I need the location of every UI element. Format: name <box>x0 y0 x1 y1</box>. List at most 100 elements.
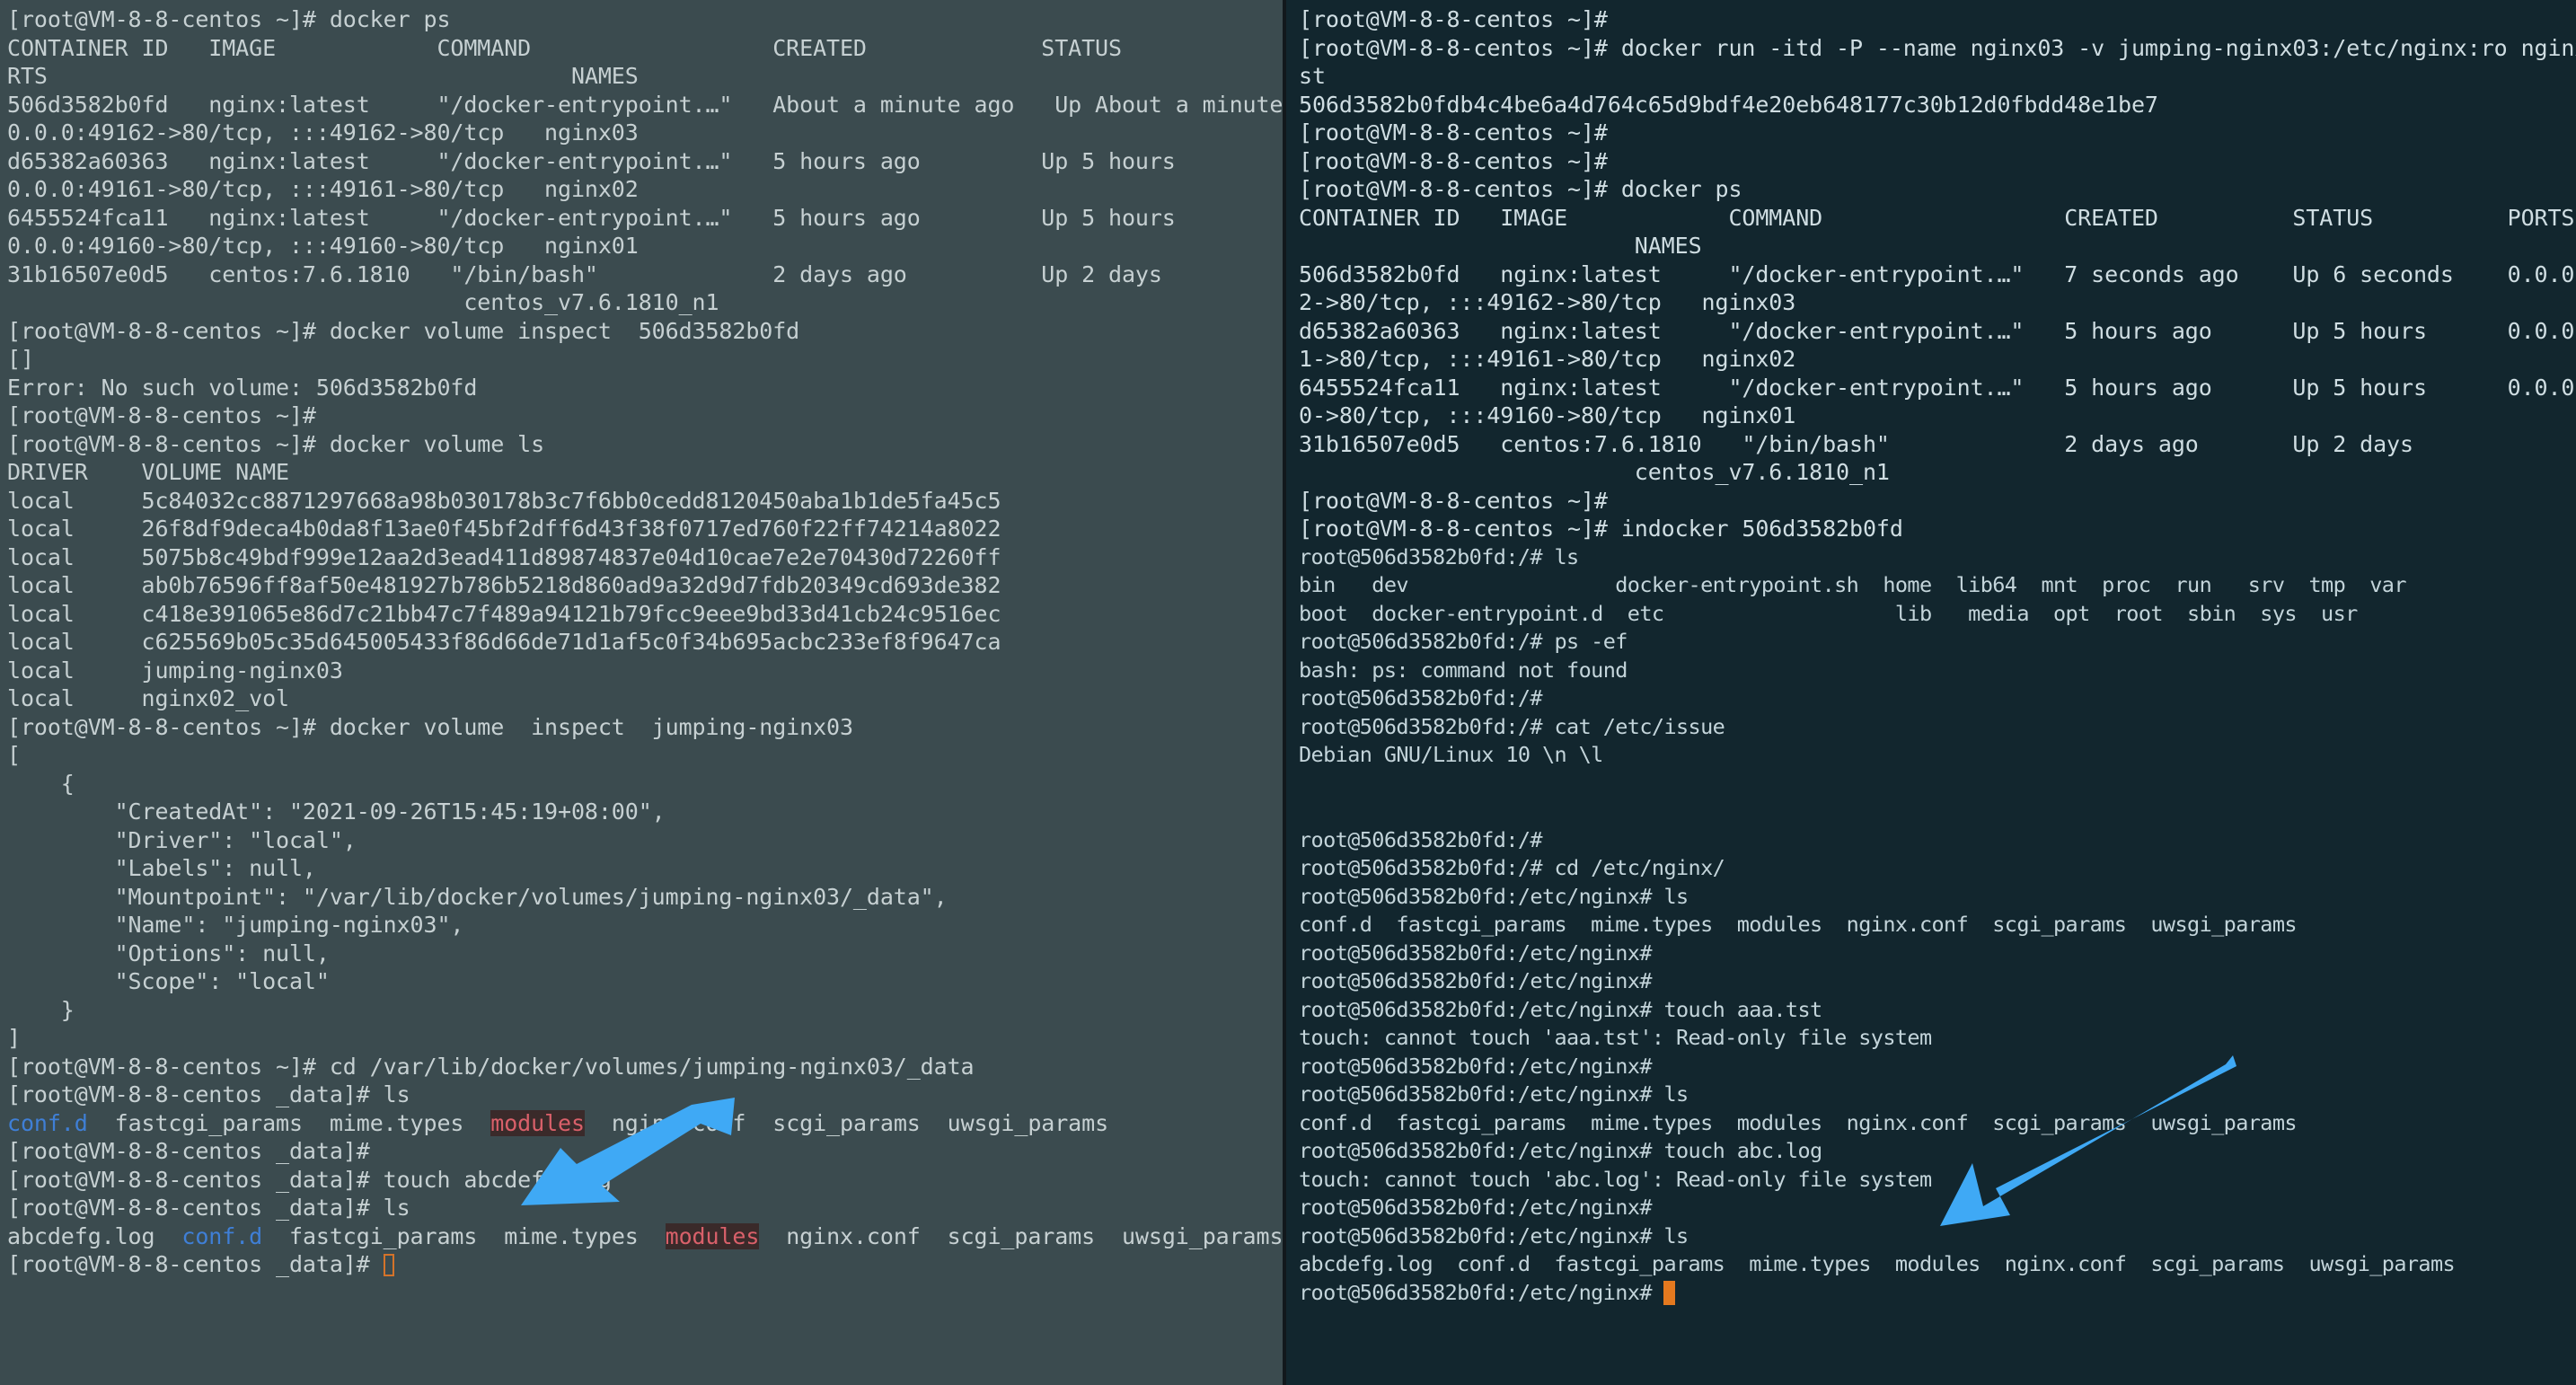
terminal-line: [root@VM-8-8-centos ~]# <box>1299 487 1608 514</box>
terminal-line: root@506d3582b0fd:/# <box>1299 685 1543 710</box>
terminal-line: 506d3582b0fdb4c4be6a4d764c65d9bdf4e20eb6… <box>1299 91 2158 118</box>
terminal-line: local nginx02_vol <box>7 685 289 711</box>
terminal-line: [ <box>7 742 21 768</box>
right-final-prompt: root@506d3582b0fd:/etc/nginx# <box>1299 1279 1664 1305</box>
terminal-line: st <box>1299 63 1326 89</box>
terminal-line: bash: ps: command not found <box>1299 657 1628 683</box>
terminal-line: root@506d3582b0fd:/etc/nginx# ls <box>1299 1081 1689 1107</box>
terminal-line: root@506d3582b0fd:/# <box>1299 826 1543 852</box>
terminal-line: bin dev docker-entrypoint.sh home lib64 … <box>1299 572 2406 597</box>
terminal-line: [root@VM-8-8-centos ~]# <box>1299 6 1608 32</box>
terminal-line: touch: cannot touch 'aaa.tst': Read-only… <box>1299 1025 1932 1050</box>
terminal-line: root@506d3582b0fd:/etc/nginx# <box>1299 1195 1653 1220</box>
terminal-line: [root@VM-8-8-centos ~]# indocker 506d358… <box>1299 516 1903 542</box>
terminal-line: [root@VM-8-8-centos ~]# <box>1299 119 1608 146</box>
terminal-line: "Scope": "local" <box>7 968 330 994</box>
terminal-line: 6455524fca11 nginx:latest "/docker-entry… <box>7 204 1283 231</box>
terminal-line: boot docker-entrypoint.d etc lib media o… <box>1299 600 2358 626</box>
ls-row-2-rest-2: nginx.conf scgi_params uwsgi_params <box>759 1222 1283 1249</box>
terminal-line: local 5075b8c49bdf999e12aa2d3ead411d8987… <box>7 543 1001 570</box>
dir-modules: modules <box>665 1222 760 1249</box>
terminal-line: [root@VM-8-8-centos _data]# touch abcdef… <box>7 1166 612 1193</box>
terminal-line: root@506d3582b0fd:/etc/nginx# <box>1299 1053 1653 1079</box>
terminal-line: root@506d3582b0fd:/# ls <box>1299 543 1579 569</box>
terminal-line: ] <box>7 1025 21 1051</box>
terminal-line: conf.d fastcgi_params mime.types modules… <box>1299 912 2298 937</box>
terminal-line: local 26f8df9deca4b0da8f13ae0f45bf2dff6d… <box>7 516 1001 542</box>
terminal-line: NAMES <box>1299 233 1702 259</box>
terminal-line: root@506d3582b0fd:/etc/nginx# <box>1299 968 1653 993</box>
terminal-line: [root@VM-8-8-centos _data]# ls <box>7 1081 410 1107</box>
terminal-line: root@506d3582b0fd:/# cd /etc/nginx/ <box>1299 855 1725 880</box>
terminal-line: [root@VM-8-8-centos ~]# docker ps <box>7 6 451 32</box>
terminal-line: centos_v7.6.1810_n1 <box>7 289 719 315</box>
terminal-line: root@506d3582b0fd:/# ps -ef <box>1299 629 1628 654</box>
terminal-line: root@506d3582b0fd:/# cat /etc/issue <box>1299 713 1725 739</box>
terminal-line: "Mountpoint": "/var/lib/docker/volumes/j… <box>7 883 948 910</box>
terminal-line: "Labels": null, <box>7 855 316 881</box>
terminal-line: d65382a60363 nginx:latest "/docker-entry… <box>1299 317 2576 344</box>
terminal-line: 31b16507e0d5 centos:7.6.1810 "/bin/bash"… <box>1299 430 2413 457</box>
terminal-line: root@506d3582b0fd:/etc/nginx# ls <box>1299 1222 1689 1248</box>
ls-row-1-rest-1: fastcgi_params mime.types <box>87 1109 491 1136</box>
terminal-line: "Options": null, <box>7 940 330 966</box>
terminal-line: abcdefg.log conf.d fastcgi_params mime.t… <box>1299 1251 2456 1276</box>
left-final-prompt: [root@VM-8-8-centos _data]# <box>7 1251 384 1277</box>
terminal-line: centos_v7.6.1810_n1 <box>1299 459 1890 485</box>
terminal-line: [root@VM-8-8-centos ~]# docker ps <box>1299 176 1742 202</box>
terminal-line: d65382a60363 nginx:latest "/docker-entry… <box>7 147 1283 174</box>
terminal-line: local 5c84032cc8871297668a98b030178b3c7f… <box>7 487 1001 514</box>
terminal-line: [root@VM-8-8-centos ~]# docker volume ls <box>7 430 545 457</box>
terminal-line: [root@VM-8-8-centos ~]# docker volume in… <box>7 713 853 740</box>
terminal-line: local jumping-nginx03 <box>7 657 343 684</box>
terminal-line: root@506d3582b0fd:/etc/nginx# <box>1299 940 1653 966</box>
terminal-line: "CreatedAt": "2021-09-26T15:45:19+08:00"… <box>7 798 666 825</box>
terminal-line: "Name": "jumping-nginx03", <box>7 912 464 938</box>
terminal-line: 0.0.0:49161->80/tcp, :::49161->80/tcp ng… <box>7 176 639 202</box>
right-terminal-output: [root@VM-8-8-centos ~]# [root@VM-8-8-cent… <box>1299 5 2576 1279</box>
dir-conf-d: conf.d <box>181 1222 263 1249</box>
terminal-line: 2->80/tcp, :::49162->80/tcp nginx03 <box>1299 289 1796 315</box>
terminal-line: [root@VM-8-8-centos ~]# <box>7 402 316 428</box>
terminal-line: { <box>7 770 75 797</box>
right-terminal-pane[interactable]: [root@VM-8-8-centos ~]# [root@VM-8-8-cent… <box>1286 0 2576 1385</box>
terminal-line: [root@VM-8-8-centos _data]# <box>7 1138 370 1164</box>
terminal-line: local c418e391065e86d7c21bb47c7f489a9412… <box>7 600 1001 627</box>
left-final-prompt-line[interactable]: [root@VM-8-8-centos _data]# <box>7 1250 1283 1279</box>
terminal-line: [root@VM-8-8-centos ~]# docker run -itd … <box>1299 34 2576 61</box>
terminal-line: Debian GNU/Linux 10 \n \l <box>1299 742 1603 767</box>
terminal-line: touch: cannot touch 'abc.log': Read-only… <box>1299 1166 1932 1192</box>
terminal-line: } <box>7 996 75 1023</box>
terminal-line: local c625569b05c35d645005433f86d66de71d… <box>7 629 1001 655</box>
left-terminal-output: [root@VM-8-8-centos ~]# docker ps CONTAIN… <box>7 5 1283 1109</box>
dir-conf-d: conf.d <box>7 1109 88 1136</box>
terminal-line: 31b16507e0d5 centos:7.6.1810 "/bin/bash"… <box>7 260 1162 287</box>
left-terminal-pane[interactable]: [root@VM-8-8-centos ~]# docker ps CONTAIN… <box>0 0 1283 1385</box>
terminal-line: CONTAINER ID IMAGE COMMAND CREATED STATU… <box>7 34 1283 61</box>
terminal-line: "Driver": "local", <box>7 826 357 853</box>
dir-modules: modules <box>490 1109 585 1136</box>
terminal-split-screen: [root@VM-8-8-centos ~]# docker ps CONTAIN… <box>0 0 2576 1385</box>
terminal-line: [] <box>7 346 34 372</box>
file-abcdefg-log: abcdefg.log <box>7 1222 182 1249</box>
terminal-line: 0.0.0:49160->80/tcp, :::49160->80/tcp ng… <box>7 233 639 259</box>
terminal-line: root@506d3582b0fd:/etc/nginx# touch abc.… <box>1299 1138 1822 1163</box>
terminal-line: 0->80/tcp, :::49160->80/tcp nginx01 <box>1299 402 1796 428</box>
terminal-line: 0.0.0:49162->80/tcp, :::49162->80/tcp ng… <box>7 119 639 146</box>
terminal-line: [root@VM-8-8-centos _data]# ls <box>7 1195 410 1221</box>
right-final-prompt-line[interactable]: root@506d3582b0fd:/etc/nginx# <box>1299 1279 2576 1308</box>
left-ls-row-1: conf.d fastcgi_params mime.types modules… <box>7 1109 1283 1138</box>
left-ls-row-2: abcdefg.log conf.d fastcgi_params mime.t… <box>7 1222 1283 1251</box>
left-terminal-output-tail: [root@VM-8-8-centos _data]# [root@VM-8-8-… <box>7 1137 1283 1222</box>
text-cursor <box>383 1254 394 1276</box>
terminal-line: conf.d fastcgi_params mime.types modules… <box>1299 1109 2298 1135</box>
terminal-line: root@506d3582b0fd:/etc/nginx# ls <box>1299 883 1689 909</box>
terminal-line: 6455524fca11 nginx:latest "/docker-entry… <box>1299 374 2576 401</box>
terminal-line: root@506d3582b0fd:/etc/nginx# touch aaa.… <box>1299 996 1822 1022</box>
terminal-line: [root@VM-8-8-centos ~]# docker volume in… <box>7 317 800 344</box>
terminal-line: 506d3582b0fd nginx:latest "/docker-entry… <box>1299 260 2576 287</box>
terminal-line: local ab0b76596ff8af50e481927b786b5218d8… <box>7 572 1001 598</box>
terminal-line: CONTAINER ID IMAGE COMMAND CREATED STATU… <box>1299 204 2575 231</box>
